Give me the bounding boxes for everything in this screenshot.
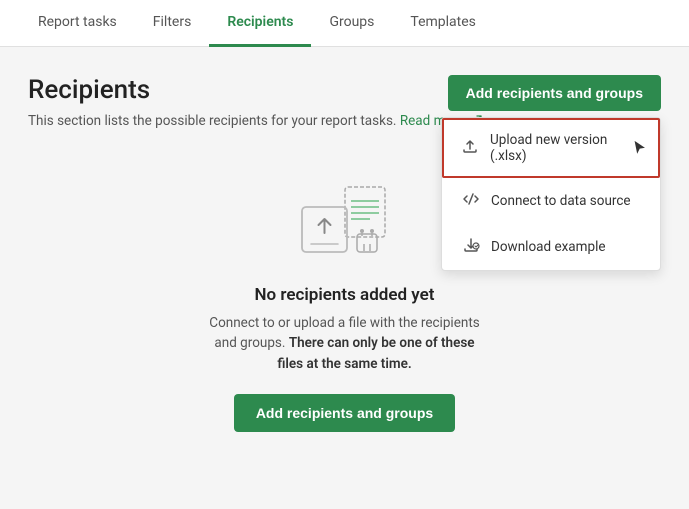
add-recipients-button[interactable]: Add recipients and groups — [448, 75, 661, 111]
connect-icon — [461, 190, 481, 212]
connect-label: Connect to data source — [491, 193, 631, 209]
upload-label: Upload new version (.xlsx) — [490, 132, 642, 164]
dropdown-item-download[interactable]: Download example — [442, 224, 660, 270]
dropdown-menu: Upload new version (.xlsx) Connect to da… — [441, 117, 661, 271]
dropdown-item-upload[interactable]: Upload new version (.xlsx) — [442, 118, 660, 178]
tab-templates[interactable]: Templates — [392, 0, 494, 47]
empty-state-illustration — [290, 179, 400, 269]
empty-state-title: No recipients added yet — [255, 285, 435, 305]
tab-recipients[interactable]: Recipients — [209, 0, 311, 47]
nav-tabs: Report tasks Filters Recipients Groups T… — [0, 0, 689, 47]
empty-add-button[interactable]: Add recipients and groups — [234, 394, 455, 432]
tab-groups[interactable]: Groups — [311, 0, 392, 47]
tab-filters[interactable]: Filters — [135, 0, 210, 47]
cursor-icon — [632, 138, 648, 158]
dropdown-item-connect[interactable]: Connect to data source — [442, 178, 660, 224]
download-label: Download example — [491, 239, 606, 255]
upload-icon — [460, 137, 480, 159]
empty-state-description: Connect to or upload a file with the rec… — [205, 313, 485, 374]
download-icon — [461, 236, 481, 258]
main-content: Recipients This section lists the possib… — [0, 47, 689, 452]
tab-report-tasks[interactable]: Report tasks — [20, 0, 135, 47]
